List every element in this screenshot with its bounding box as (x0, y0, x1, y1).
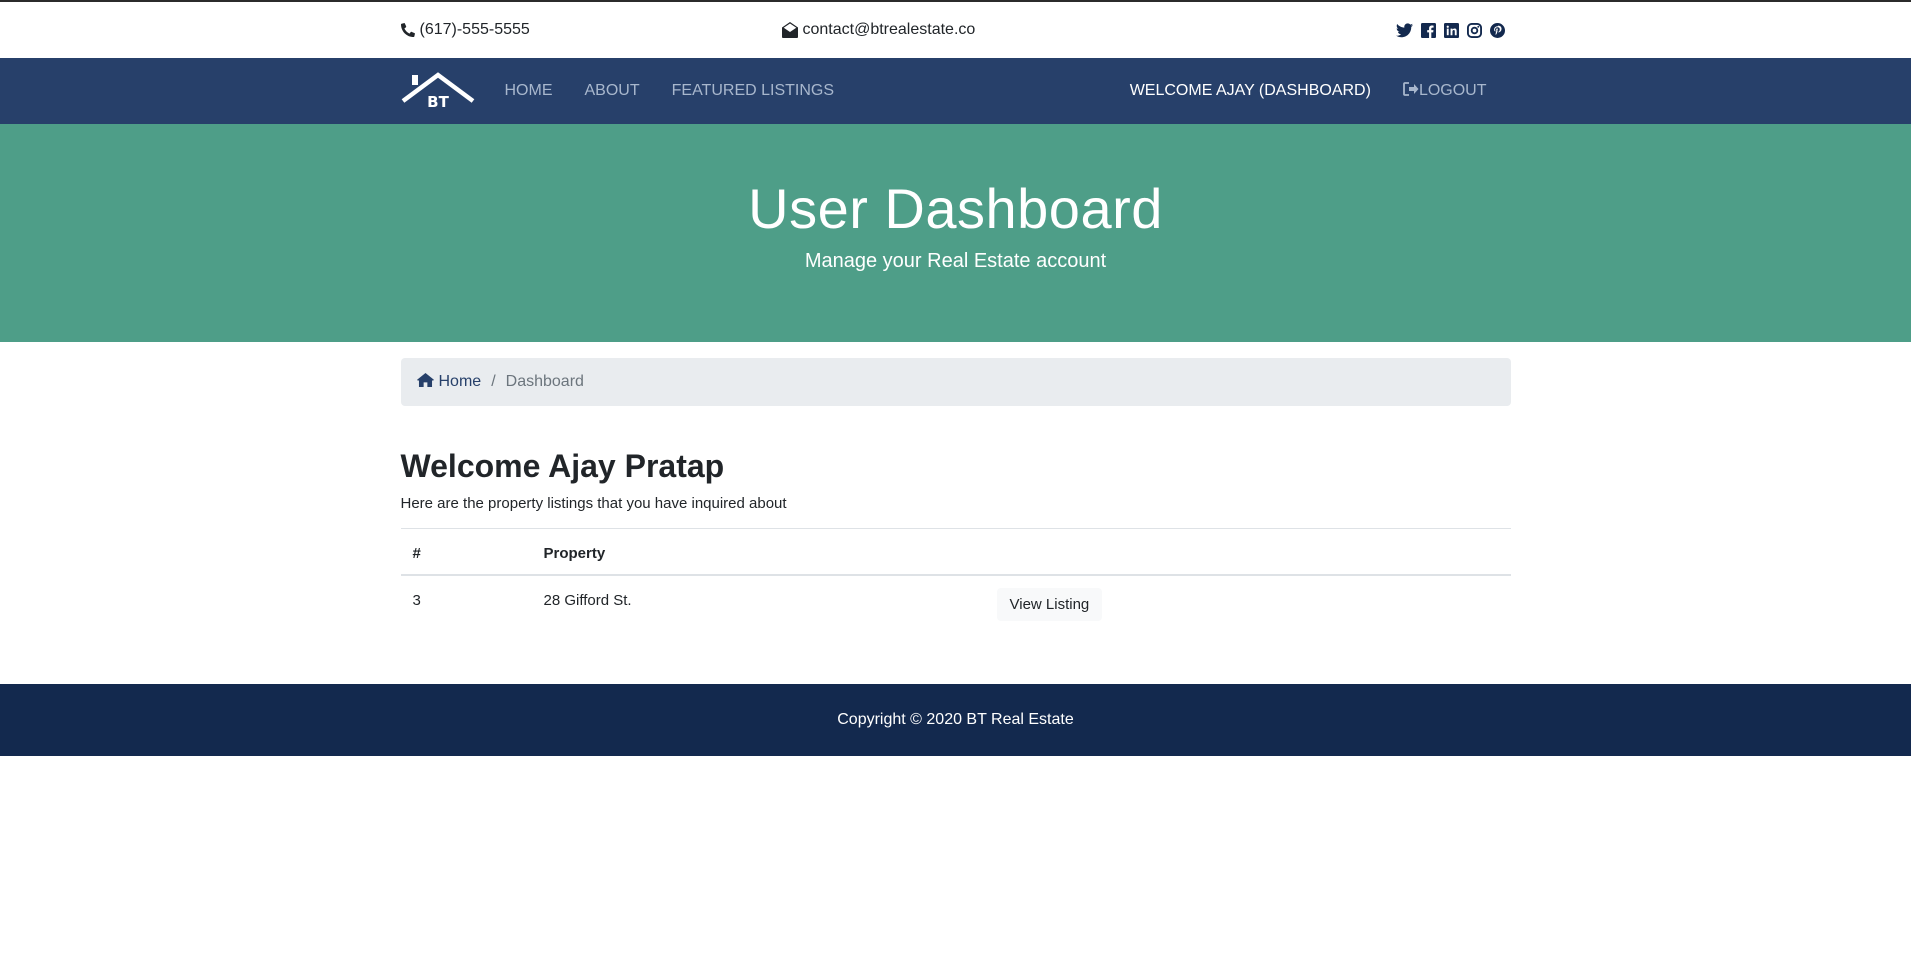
inquiries-description: Here are the property listings that you … (400, 495, 787, 512)
view-listing-button[interactable]: View Listing (996, 588, 1103, 621)
header-property: Property (531, 528, 985, 576)
row-property: 28 Gifford St. (543, 592, 632, 609)
breadcrumb: Home / Dashboard (400, 358, 1511, 406)
nav-featured-listings[interactable]: FEATURED LISTINGS (672, 82, 834, 100)
hero-banner: User Dashboard Manage your Real Estate a… (0, 124, 1911, 342)
breadcrumb-separator: / (491, 373, 496, 390)
twitter-icon[interactable] (1395, 22, 1413, 38)
logout-link[interactable]: LOGOUT (1403, 81, 1487, 101)
main-content: Home / Dashboard Welcome Ajay Pratap Her… (400, 358, 1511, 633)
table-row: 3 28 Gifford St. View Listing (401, 575, 1511, 633)
page-title: User Dashboard (748, 177, 1163, 240)
sign-out-icon (1403, 81, 1419, 101)
phone-number: (617)-555-5555 (419, 21, 530, 38)
breadcrumb-home[interactable]: Home (416, 372, 482, 392)
nav-dashboard-link[interactable]: WELCOME AJAY (DASHBOARD) (1130, 82, 1371, 100)
breadcrumb-home-label: Home (438, 373, 482, 390)
pinterest-icon[interactable] (1489, 22, 1505, 38)
facebook-icon[interactable] (1420, 22, 1436, 38)
phone-icon (400, 23, 415, 37)
bt-logo[interactable]: BT (401, 71, 475, 111)
instagram-icon[interactable] (1466, 22, 1482, 38)
email-address: contact@btrealestate.co (802, 21, 976, 38)
envelope-open-icon (781, 22, 798, 38)
header-number: # (400, 528, 532, 576)
social-links (1395, 22, 1505, 38)
nav-user-area: WELCOME AJAY (DASHBOARD) LOGOUT (1130, 81, 1511, 101)
inquiries-table: # Property 3 28 Gifford St. View Listing (400, 528, 1511, 633)
logo-text: BT (427, 93, 449, 111)
main-navbar: BT HOME ABOUT FEATURED LISTINGS WELCOME … (0, 58, 1911, 124)
page-subtitle: Manage your Real Estate account (804, 249, 1107, 272)
welcome-heading: Welcome Ajay Pratap (400, 448, 725, 484)
email-contact: contact@btrealestate.co (781, 21, 976, 39)
row-number: 3 (412, 592, 421, 609)
nav-home[interactable]: HOME (505, 82, 553, 100)
table-header-row: # Property (400, 528, 1511, 576)
copyright-text: Copyright © 2020 BT Real Estate (837, 711, 1074, 728)
row-action-cell: View Listing (985, 575, 1511, 633)
logout-label: LOGOUT (1418, 82, 1487, 99)
header-action (984, 528, 1511, 576)
footer: Copyright © 2020 BT Real Estate (0, 684, 1911, 756)
top-contact-bar: (617)-555-5555 contact@btrealestate.co (0, 0, 1911, 58)
phone-contact: (617)-555-5555 (400, 21, 782, 39)
nav-about[interactable]: ABOUT (585, 82, 640, 100)
linkedin-icon[interactable] (1443, 22, 1459, 38)
home-icon (416, 372, 434, 392)
breadcrumb-current: Dashboard (505, 373, 584, 390)
